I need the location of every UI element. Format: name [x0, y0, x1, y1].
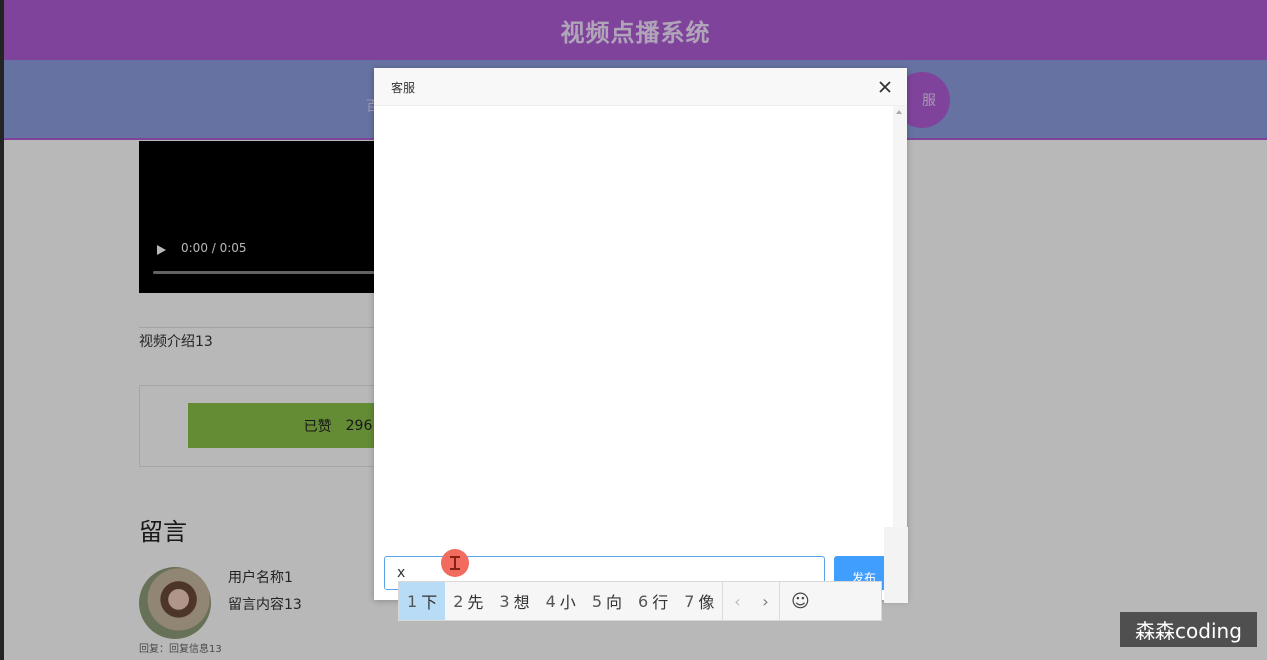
candidate-number: 1: [407, 591, 418, 611]
close-icon[interactable]: [875, 77, 895, 97]
chevron-right-icon[interactable]: ›: [751, 582, 779, 620]
scroll-up-arrow-icon[interactable]: [896, 110, 902, 114]
candidate-number: 7: [684, 591, 695, 611]
candidate-number: 4: [545, 591, 556, 611]
ime-candidate[interactable]: 1 下: [399, 582, 446, 620]
candidate-text: 行: [652, 593, 669, 612]
ime-candidate[interactable]: 4 小: [538, 582, 584, 620]
ime-candidate-bar: 1 下 2 先 3 想 4 小 5 向 6 行 7 像 ‹ › ☺: [398, 581, 882, 621]
dialog-header: 客服: [374, 68, 907, 106]
ibeam-cursor-icon: [450, 556, 460, 570]
customer-service-dialog: 客服 发布: [374, 68, 907, 600]
ime-candidate[interactable]: 7 像: [676, 582, 722, 620]
ime-candidate[interactable]: 5 向: [584, 582, 630, 620]
candidate-number: 6: [638, 591, 649, 611]
ime-candidate[interactable]: 3 想: [491, 582, 537, 620]
chat-scrollbar[interactable]: [893, 106, 907, 546]
candidate-text: 下: [421, 593, 438, 612]
candidate-number: 3: [499, 591, 510, 611]
candidate-text: 想: [513, 593, 530, 612]
chat-message-area[interactable]: [374, 106, 893, 546]
watermark: 森森coding: [1120, 612, 1257, 647]
candidate-number: 5: [591, 591, 602, 611]
candidate-text: 向: [606, 593, 623, 612]
text-cursor-indicator: [441, 549, 469, 577]
ime-candidate[interactable]: 2 先: [445, 582, 491, 620]
candidate-text: 像: [698, 593, 715, 612]
chevron-left-icon[interactable]: ‹: [723, 582, 751, 620]
ime-candidate[interactable]: 6 行: [630, 582, 676, 620]
dialog-title: 客服: [391, 81, 416, 95]
candidate-text: 小: [559, 593, 576, 612]
focus-glow: [884, 527, 908, 603]
candidate-number: 2: [453, 591, 464, 611]
candidate-text: 先: [467, 593, 484, 612]
emoji-icon[interactable]: ☺: [780, 582, 820, 620]
